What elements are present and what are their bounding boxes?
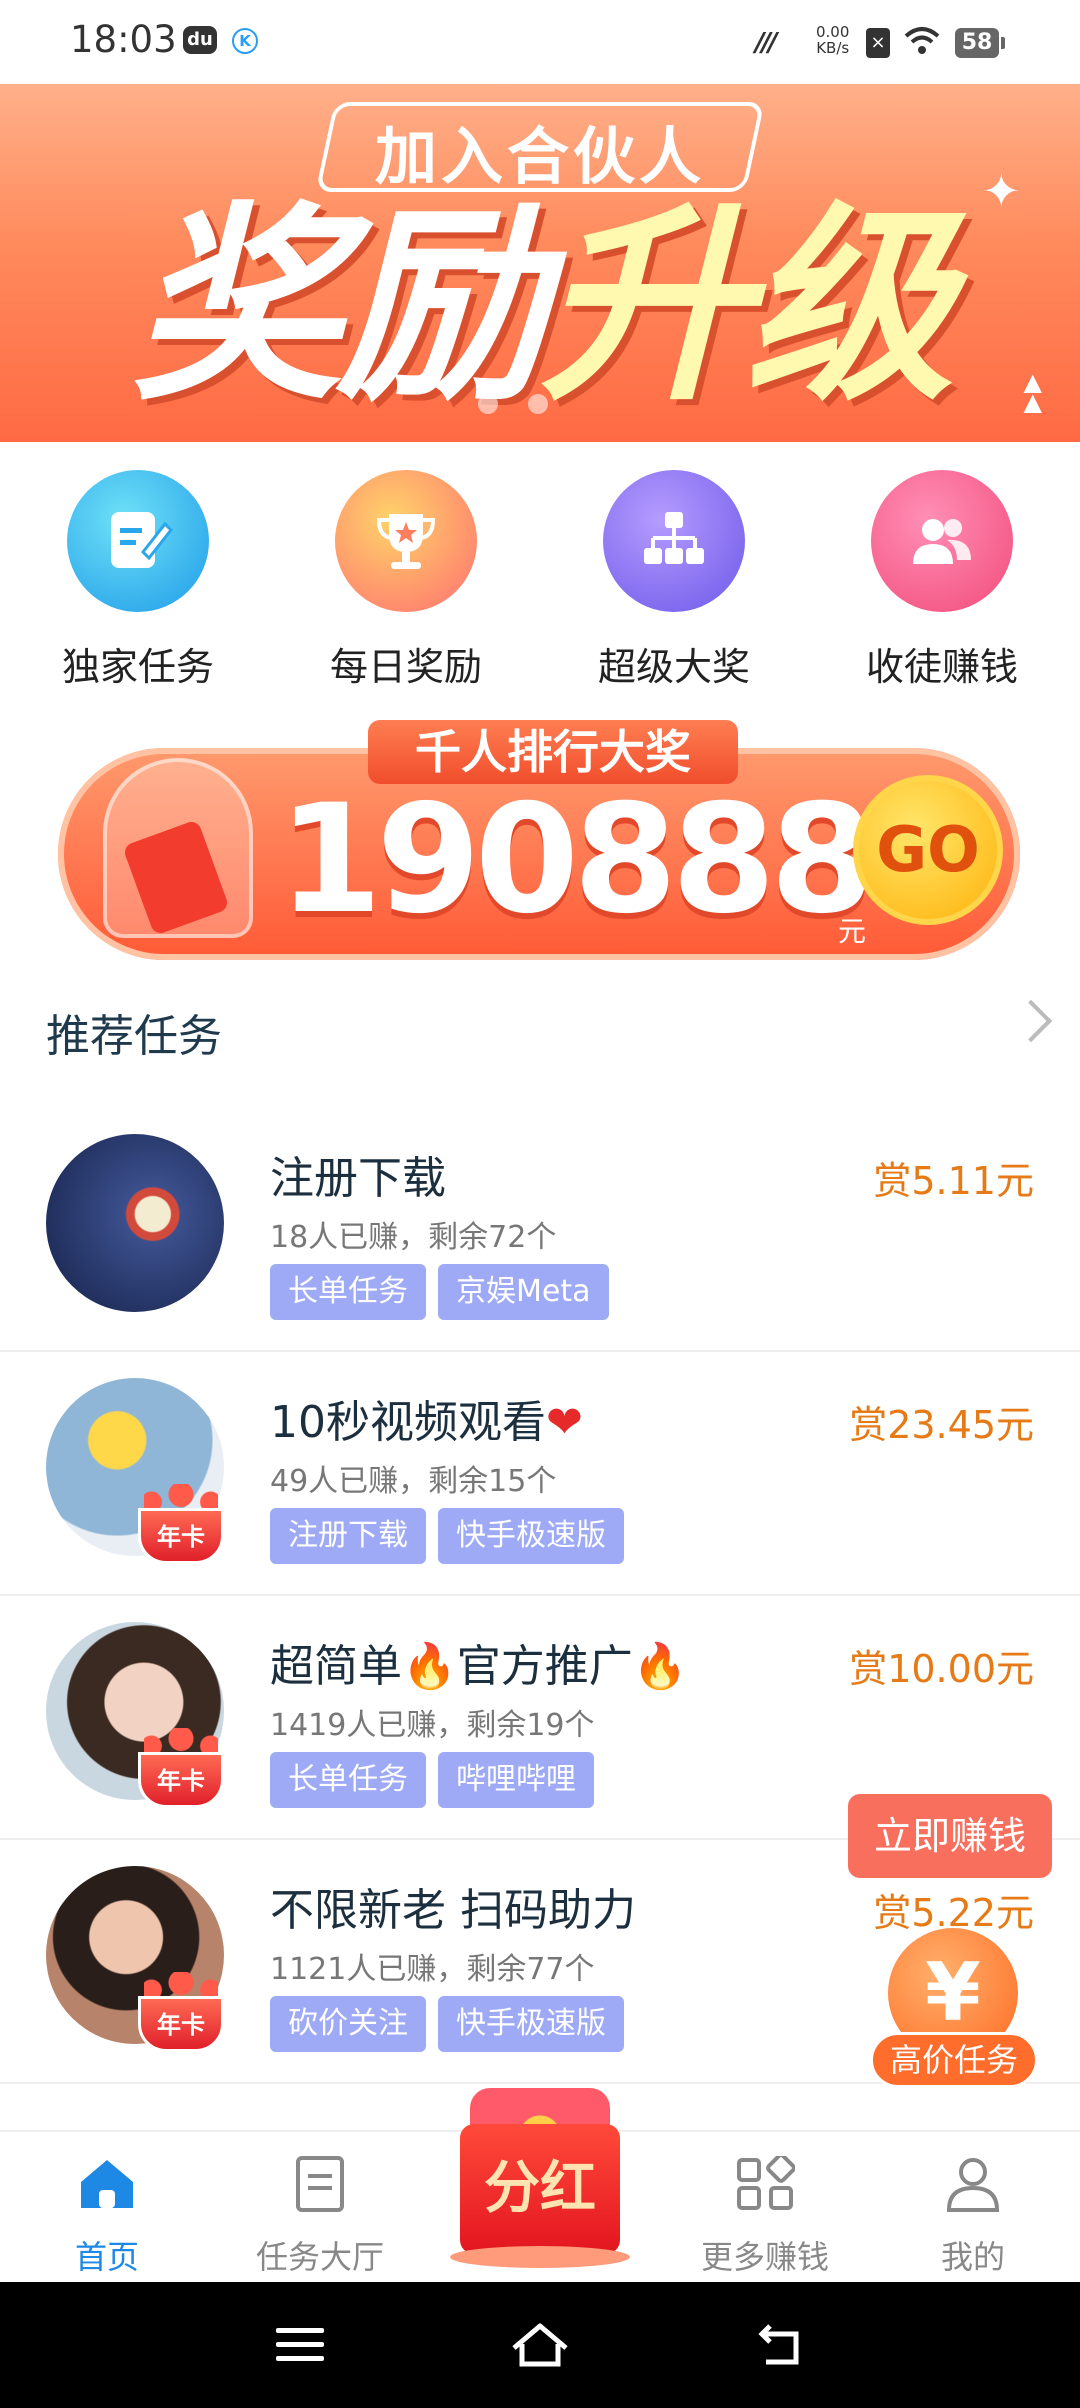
screen: 18:03 du K /// 0.00 KB/s × 58 加入合伙人 奖励升级… xyxy=(0,0,1080,2408)
go-button[interactable]: GO xyxy=(853,775,1003,925)
badge-label: 年卡 xyxy=(138,1508,224,1564)
high-price-task-button[interactable]: 高价任务 xyxy=(870,2032,1038,2088)
no-sim-icon: × xyxy=(866,28,890,58)
ranking-unit: 元 xyxy=(838,915,867,948)
network-speed-value: 0.00 xyxy=(816,23,850,41)
task-meta: 1121人已赚，剩余77个 xyxy=(270,1952,595,1987)
annual-card-badge: 年卡 xyxy=(138,1728,224,1808)
menu-exclusive-tasks[interactable]: 独家任务 xyxy=(28,470,248,691)
banner-title: 奖励升级 xyxy=(0,192,1080,422)
back-icon[interactable] xyxy=(756,2322,806,2366)
quick-menu: 独家任务 每日奖励 超级大奖 收徒赚钱 xyxy=(0,470,1080,700)
dividend-button[interactable]: 分红 xyxy=(450,2088,630,2280)
edit-icon xyxy=(67,470,209,612)
signal-icon: /// xyxy=(755,28,777,58)
banner-dot xyxy=(528,394,548,414)
task-title: 注册下载 xyxy=(270,1153,446,1204)
hierarchy-icon xyxy=(603,470,745,612)
battery-icon: 58 xyxy=(955,28,1005,58)
annual-card-badge: 年卡 xyxy=(138,1972,224,2052)
task-avatar xyxy=(46,1134,224,1312)
person-icon xyxy=(946,2158,1000,2212)
task-tag: 快手极速版 xyxy=(438,1508,624,1564)
task-tag: 长单任务 xyxy=(270,1264,426,1320)
task-title: 超简单🔥官方推广🔥 xyxy=(270,1641,688,1692)
task-reward: 赏5.11元 xyxy=(873,1159,1034,1203)
apps-icon xyxy=(737,2153,796,2210)
home-icon xyxy=(81,2160,133,2208)
network-speed-unit: KB/s xyxy=(816,39,850,57)
nav-label: 首页 xyxy=(74,2238,139,2276)
task-row[interactable]: 年卡 10秒视频观看❤ 赏23.45元 49人已赚，剩余15个 注册下载 快手极速… xyxy=(0,1352,1080,1596)
task-meta: 18人已赚，剩余72个 xyxy=(270,1220,557,1255)
earn-now-button[interactable]: 立即赚钱 xyxy=(848,1794,1052,1878)
menu-label: 独家任务 xyxy=(61,645,214,689)
menu-recruit-earn[interactable]: 收徒赚钱 xyxy=(832,470,1052,691)
task-row[interactable]: 注册下载 赏5.11元 18人已赚，剩余72个 长单任务 京娱Meta xyxy=(0,1108,1080,1352)
task-meta: 1419人已赚，剩余19个 xyxy=(270,1708,595,1743)
banner-title-white: 奖励 xyxy=(131,184,546,429)
banner-title-yellow: 升级 xyxy=(540,184,954,429)
task-tag: 砍价关注 xyxy=(270,1996,426,2052)
users-icon xyxy=(871,470,1013,612)
status-bar: 18:03 du K /// 0.00 KB/s × 58 xyxy=(0,0,1080,84)
ranking-prize-banner[interactable]: 千人排行大奖 190888 元 GO xyxy=(58,720,1020,960)
nav-label: 我的 xyxy=(940,2238,1005,2276)
task-tags: 砍价关注 快手极速版 xyxy=(270,1996,636,2052)
task-title: 10秒视频观看❤ xyxy=(270,1386,583,1450)
task-tags: 注册下载 快手极速版 xyxy=(270,1508,636,1564)
app-k-icon: K xyxy=(232,28,258,54)
promo-banner[interactable]: 加入合伙人 奖励升级 ✦ ▲ ▲ xyxy=(0,84,1080,442)
sparkle-icon: ✦ xyxy=(982,164,1021,218)
task-tag: 长单任务 xyxy=(270,1752,426,1808)
nav-home[interactable]: 首页 xyxy=(17,2156,197,2278)
app-notification-icon: du xyxy=(183,26,217,54)
badge-label: 年卡 xyxy=(138,1752,224,1808)
dividend-base xyxy=(450,2246,630,2268)
dividend-label: 分红 xyxy=(460,2124,620,2254)
nav-mine[interactable]: 我的 xyxy=(883,2156,1063,2278)
heart-icon: ❤ xyxy=(546,1397,583,1448)
task-tag: 快手极速版 xyxy=(438,1996,624,2052)
section-title: 推荐任务 xyxy=(46,1011,222,1062)
nav-more-earn[interactable]: 更多赚钱 xyxy=(675,2153,855,2278)
menu-icon[interactable] xyxy=(276,2328,324,2370)
task-tag: 哔哩哔哩 xyxy=(438,1752,594,1808)
home-outline-icon[interactable] xyxy=(510,2320,570,2370)
menu-label: 超级大奖 xyxy=(597,645,750,689)
menu-label: 每日奖励 xyxy=(329,645,482,689)
annual-card-badge: 年卡 xyxy=(138,1484,224,1564)
banner-dot xyxy=(478,394,498,414)
recommended-header[interactable]: 推荐任务 xyxy=(46,999,1053,1070)
nav-label: 任务大厅 xyxy=(255,2238,384,2276)
menu-label: 收徒赚钱 xyxy=(865,645,1018,689)
nav-task-hall[interactable]: 任务大厅 xyxy=(230,2156,410,2278)
badge-label: 年卡 xyxy=(138,1996,224,2052)
status-time: 18:03 xyxy=(70,18,177,61)
task-reward: 赏23.45元 xyxy=(849,1403,1034,1447)
task-tag: 注册下载 xyxy=(270,1508,426,1564)
trophy-icon xyxy=(335,470,477,612)
task-tags: 长单任务 京娱Meta xyxy=(270,1264,621,1320)
task-meta: 49人已赚，剩余15个 xyxy=(270,1464,557,1499)
nav-label: 更多赚钱 xyxy=(700,2238,829,2276)
menu-daily-reward[interactable]: 每日奖励 xyxy=(296,470,516,691)
network-speed: 0.00 KB/s xyxy=(816,24,849,56)
menu-super-prize[interactable]: 超级大奖 xyxy=(564,470,784,691)
task-tags: 长单任务 哔哩哔哩 xyxy=(270,1752,606,1808)
task-reward: 赏10.00元 xyxy=(849,1647,1034,1691)
task-title: 不限新老 扫码助力 xyxy=(270,1885,636,1936)
banner-subtitle: 加入合伙人 xyxy=(374,120,705,193)
banner-pagination xyxy=(478,394,578,418)
scroll-up-icon: ▲ ▲ xyxy=(1023,368,1042,416)
ranking-amount: 190888 xyxy=(278,773,874,947)
task-tag: 京娱Meta xyxy=(438,1264,609,1320)
system-nav-bar xyxy=(0,2282,1080,2408)
wifi-icon xyxy=(904,27,940,54)
document-icon xyxy=(296,2156,344,2212)
task-title-text: 10秒视频观看 xyxy=(270,1397,546,1448)
